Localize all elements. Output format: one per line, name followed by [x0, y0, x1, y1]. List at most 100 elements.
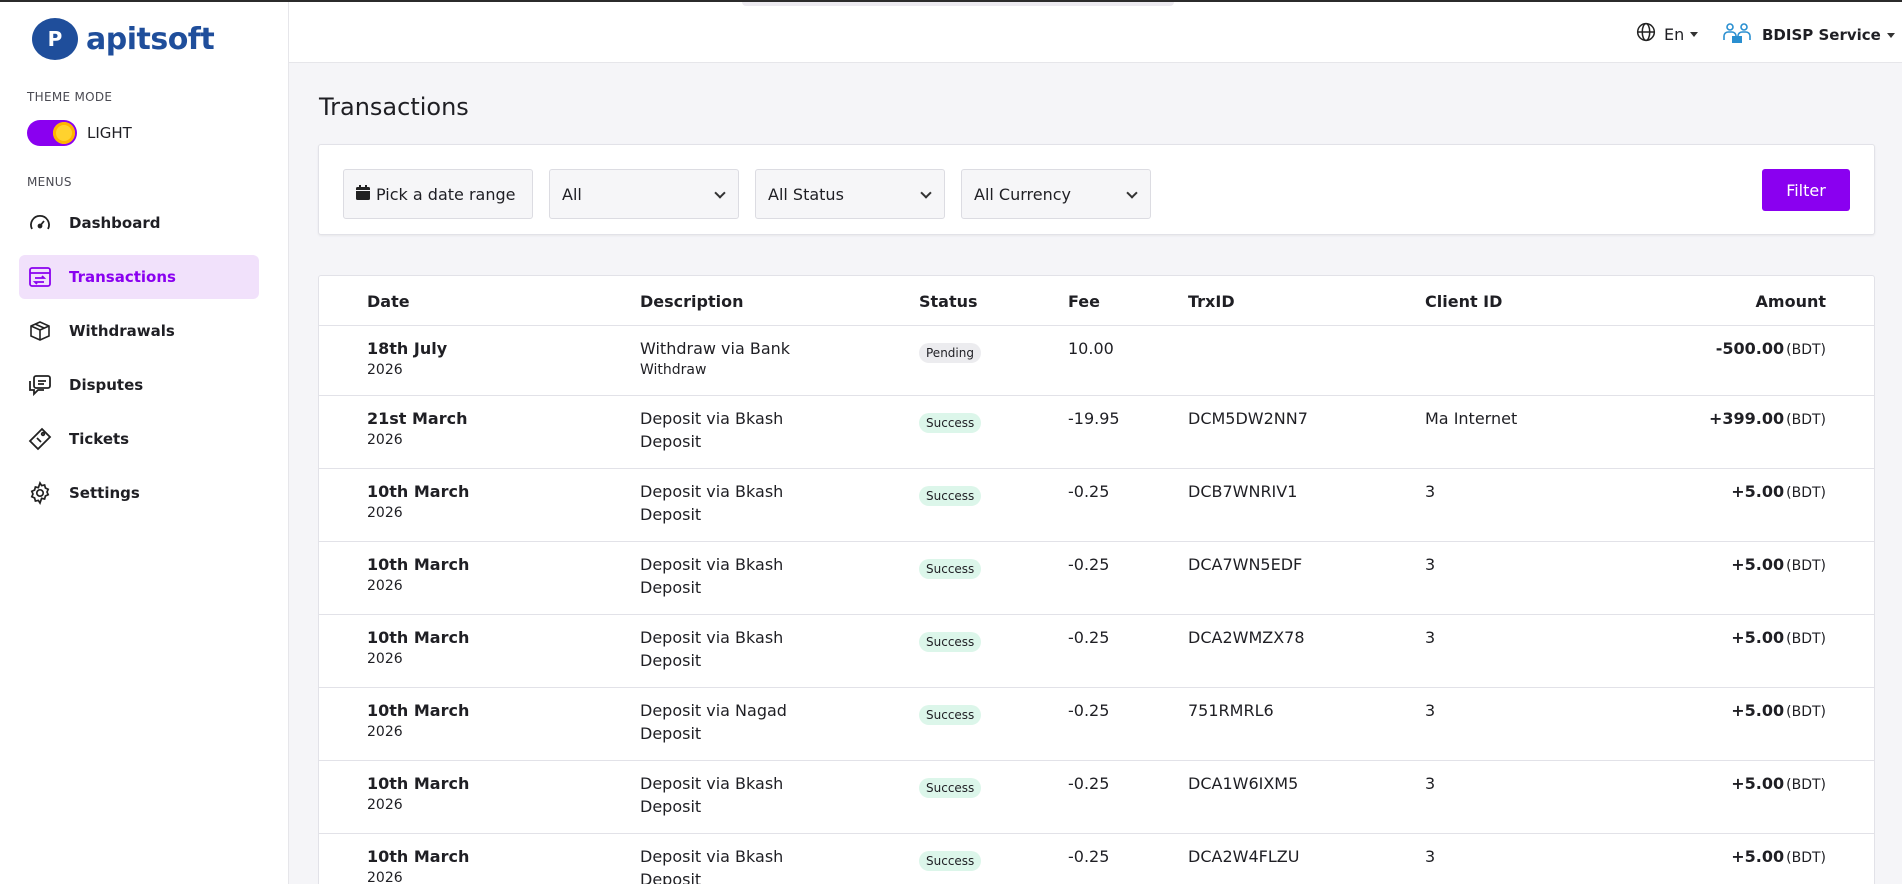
status-badge: Success [919, 486, 982, 506]
sidebar-item-label: Withdrawals [69, 322, 175, 340]
fee-cell: 10.00 [1068, 339, 1114, 358]
fee-cell: -0.25 [1068, 847, 1110, 866]
status-select[interactable]: All Status [755, 169, 945, 219]
sidebar-item-withdrawals[interactable]: Withdrawals [19, 309, 259, 353]
page-title: Transactions [319, 93, 469, 121]
calendar-icon [356, 184, 370, 204]
transactions-icon [27, 264, 53, 290]
globe-icon [1636, 22, 1656, 46]
trxid-cell: DCA2WMZX78 [1188, 628, 1305, 647]
client-id-cell: 3 [1425, 774, 1436, 793]
menus-label: MENUS [27, 175, 72, 189]
date-cell: 10th March 2026 [367, 847, 470, 884]
description-cell: Deposit via Bkash Deposit [640, 628, 784, 670]
theme-toggle-row: LIGHT [27, 120, 132, 146]
chevron-down-icon [920, 187, 932, 199]
sidebar-item-settings[interactable]: Settings [19, 471, 259, 515]
column-header-status[interactable]: Status [919, 292, 978, 311]
date-cell: 10th March 2026 [367, 628, 470, 667]
currency-select-value: All Currency [974, 184, 1072, 204]
column-header-amount[interactable]: Amount [1756, 292, 1826, 311]
status-badge: Pending [919, 343, 981, 363]
sidebar-item-transactions[interactable]: Transactions [19, 255, 259, 299]
client-id-cell: Ma Internet [1425, 409, 1518, 428]
user-avatar [1722, 20, 1752, 50]
ticket-icon [27, 426, 53, 452]
table-row[interactable]: 21st March 2026 Deposit via Bkash Deposit … [319, 396, 1874, 469]
filter-button[interactable]: Filter [1762, 169, 1850, 211]
transactions-table: Date Description Status Fee TrxID Client… [318, 275, 1875, 884]
sun-icon [53, 122, 75, 144]
sidebar-item-label: Transactions [69, 268, 176, 286]
description-cell: Deposit via Bkash Deposit [640, 847, 784, 884]
brand-logo[interactable]: P apitsoft [32, 18, 215, 60]
column-header-fee[interactable]: Fee [1068, 292, 1100, 311]
column-header-description[interactable]: Description [640, 292, 743, 311]
sidebar-item-dashboard[interactable]: Dashboard [19, 201, 259, 245]
amount-cell: +5.00 (BDT) [1731, 482, 1826, 501]
table-row[interactable]: 18th July 2026 Withdraw via Bank Withdraw … [319, 326, 1874, 396]
status-badge: Success [919, 778, 982, 798]
sidebar-item-label: Tickets [69, 430, 130, 448]
sidebar-item-label: Settings [69, 484, 140, 502]
chat-icon [27, 372, 53, 398]
logo-mark-icon: P [32, 18, 78, 60]
status-badge: Success [919, 705, 982, 725]
amount-cell: +5.00 (BDT) [1731, 847, 1826, 866]
trxid-cell: DCA1W6IXM5 [1188, 774, 1299, 793]
type-select[interactable]: All [549, 169, 739, 219]
user-name: BDISP Service [1762, 26, 1881, 44]
status-badge: Success [919, 632, 982, 652]
trxid-cell: 751RMRL6 [1188, 701, 1274, 720]
date-range-picker[interactable]: Pick a date range [343, 169, 533, 219]
date-cell: 21st March 2026 [367, 409, 468, 448]
trxid-cell: DCA2W4FLZU [1188, 847, 1300, 866]
column-header-date[interactable]: Date [367, 292, 410, 311]
fee-cell: -0.25 [1068, 628, 1110, 647]
client-id-cell: 3 [1425, 555, 1436, 574]
table-row[interactable]: 10th March 2026 Deposit via Bkash Deposit … [319, 761, 1874, 834]
column-header-trxid[interactable]: TrxID [1188, 292, 1235, 311]
amount-cell: +5.00 (BDT) [1731, 628, 1826, 647]
table-row[interactable]: 10th March 2026 Deposit via Bkash Deposit … [319, 542, 1874, 615]
speedometer-icon [27, 210, 53, 236]
client-id-cell: 3 [1425, 482, 1436, 501]
brand-name: apitsoft [86, 21, 215, 57]
sidebar-item-label: Disputes [69, 376, 144, 394]
sidebar-item-disputes[interactable]: Disputes [19, 363, 259, 407]
date-cell: 10th March 2026 [367, 774, 470, 813]
amount-cell: +5.00 (BDT) [1731, 701, 1826, 720]
table-row[interactable]: 10th March 2026 Deposit via Bkash Deposit … [319, 469, 1874, 542]
user-menu[interactable]: BDISP Service [1722, 20, 1895, 50]
date-cell: 10th March 2026 [367, 482, 470, 521]
theme-toggle[interactable] [27, 120, 77, 146]
description-cell: Deposit via Bkash Deposit [640, 482, 784, 524]
client-id-cell: 3 [1425, 847, 1436, 866]
language-selector[interactable]: En [1636, 22, 1699, 46]
status-badge: Success [919, 559, 982, 579]
amount-cell: +5.00 (BDT) [1731, 774, 1826, 793]
client-id-cell: 3 [1425, 701, 1436, 720]
table-row[interactable]: 10th March 2026 Deposit via Nagad Deposit … [319, 688, 1874, 761]
type-select-value: All [562, 184, 582, 204]
fee-cell: -19.95 [1068, 409, 1120, 428]
table-row[interactable]: 10th March 2026 Deposit via Bkash Deposit … [319, 615, 1874, 688]
description-cell: Deposit via Nagad Deposit [640, 701, 787, 743]
trxid-cell: DCB7WNRIV1 [1188, 482, 1298, 501]
sidebar-item-tickets[interactable]: Tickets [19, 417, 259, 461]
description-cell: Deposit via Bkash Deposit [640, 555, 784, 597]
trxid-cell: DCA7WN5EDF [1188, 555, 1303, 574]
sidebar-item-label: Dashboard [69, 214, 161, 232]
language-label: En [1664, 24, 1685, 44]
table-row[interactable]: 10th March 2026 Deposit via Bkash Deposit … [319, 834, 1874, 884]
currency-select[interactable]: All Currency [961, 169, 1151, 219]
caret-down-icon [1886, 32, 1895, 38]
fee-cell: -0.25 [1068, 555, 1110, 574]
amount-cell: +399.00 (BDT) [1708, 409, 1826, 428]
column-header-client-id[interactable]: Client ID [1425, 292, 1502, 311]
gear-icon [27, 480, 53, 506]
description-cell: Deposit via Bkash Deposit [640, 774, 784, 816]
table-header: Date Description Status Fee TrxID Client… [319, 276, 1874, 326]
date-cell: 18th July 2026 [367, 339, 448, 378]
date-cell: 10th March 2026 [367, 701, 470, 740]
